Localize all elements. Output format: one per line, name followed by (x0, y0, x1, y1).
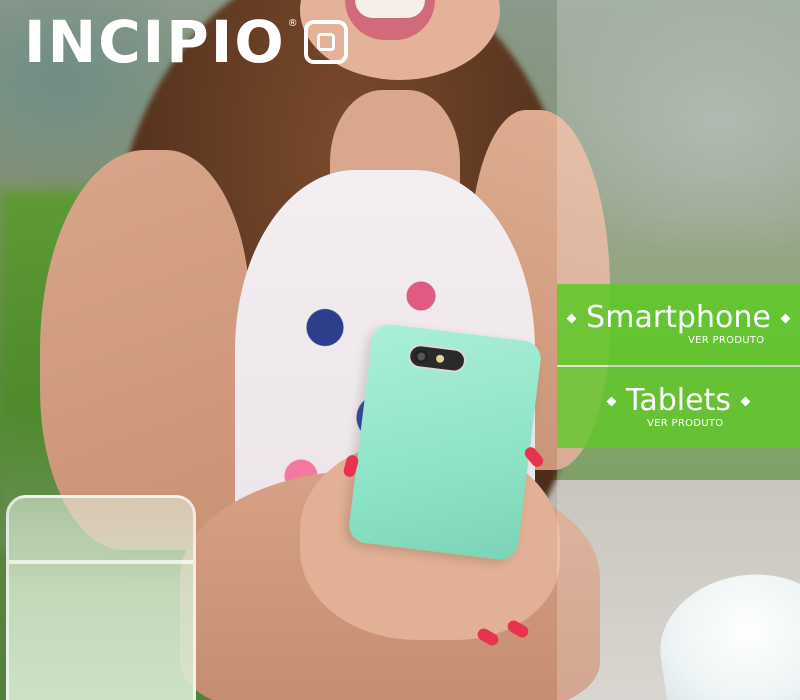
teeth (355, 0, 425, 18)
registered-mark: ® (287, 18, 298, 29)
left-shoulder (40, 150, 250, 550)
diamond-bullet-icon (606, 396, 617, 406)
brand-logo[interactable]: INCIPIO ® (24, 12, 348, 72)
menu-item-smartphone[interactable]: Smartphone VER PRODUTO (557, 284, 800, 365)
phone-in-mint-case (347, 322, 543, 562)
category-menu: Smartphone VER PRODUTO Tablets VER PRODU… (557, 284, 800, 448)
diamond-bullet-icon (566, 313, 577, 323)
lemonade-glass (6, 495, 196, 700)
diamond-bullet-icon (780, 313, 791, 323)
phone-camera-icon (406, 342, 468, 374)
view-product-link[interactable]: VER PRODUTO (647, 418, 723, 429)
view-product-link[interactable]: VER PRODUTO (688, 335, 764, 346)
menu-item-tablets[interactable]: Tablets VER PRODUTO (557, 367, 800, 448)
menu-item-row: Tablets (557, 383, 800, 419)
brand-wordmark: INCIPIO (24, 8, 286, 76)
menu-item-row: Smartphone (557, 300, 800, 336)
menu-item-label: Tablets (626, 383, 731, 418)
menu-item-label: Smartphone (586, 300, 771, 335)
incipio-square-mark-icon (303, 20, 348, 64)
diamond-bullet-icon (740, 396, 751, 406)
